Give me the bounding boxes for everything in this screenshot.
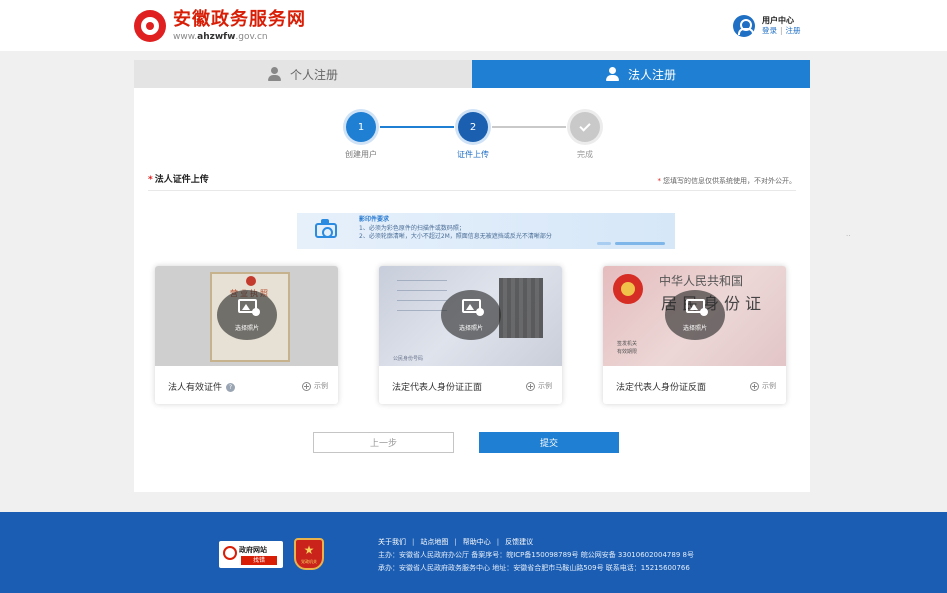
- check-icon: [579, 119, 591, 132]
- add-image-icon: [462, 299, 484, 316]
- example-link[interactable]: 示例: [526, 381, 552, 391]
- footer-link-feedback[interactable]: 反馈建议: [505, 538, 533, 546]
- upload-caption: 法人有效证件?: [168, 380, 236, 393]
- add-image-icon: [686, 299, 708, 316]
- banner-decoration: [615, 242, 665, 245]
- step-3-label: 完成: [577, 150, 593, 159]
- gov-site-error-badge[interactable]: 政府网站 找错: [219, 541, 283, 568]
- magnifier-icon: [223, 546, 237, 560]
- party-gov-badge[interactable]: ★ 党政机关: [294, 538, 324, 570]
- footer-links: 关于我们 | 站点地图 | 帮助中心 | 反馈建议: [378, 538, 534, 546]
- tab-corporate-registration[interactable]: 法人注册: [472, 60, 810, 88]
- choose-photo-button[interactable]: 选择照片: [217, 290, 277, 340]
- banner-decoration: [597, 242, 611, 245]
- help-icon[interactable]: ?: [226, 383, 236, 392]
- submit-button[interactable]: 提交: [479, 432, 619, 453]
- step-1-circle: 1: [346, 112, 376, 142]
- step-3-circle: [570, 112, 600, 142]
- national-emblem-icon: [613, 274, 643, 304]
- upload-corporate-certificate: 营业执照 选择照片 法人有效证件? 示例: [155, 266, 338, 404]
- requirements-title: 影印件要求: [359, 216, 390, 223]
- choose-photo-button[interactable]: 选择照片: [441, 290, 501, 340]
- step-2-circle: 2: [458, 112, 488, 142]
- id-card-front-preview: 公民身份号码 选择照片: [379, 266, 562, 366]
- emblem-icon: [246, 276, 256, 286]
- footer-link-sitemap[interactable]: 站点地图: [420, 538, 448, 546]
- person-icon: [267, 67, 281, 81]
- upload-caption: 法定代表人身份证正面: [392, 383, 483, 393]
- tab-personal-registration[interactable]: 个人注册: [134, 60, 472, 88]
- example-link[interactable]: 示例: [302, 381, 328, 391]
- privacy-note: * 您填写的信息仅供系统使用，不对外公开。: [657, 177, 797, 185]
- step-2-label: 证件上传: [457, 150, 489, 159]
- photo-requirements-banner: 影印件要求 1、必须为彩色原件的扫描件或数码照； 2、必须轮廓清晰，大小不超过2…: [297, 213, 675, 249]
- side-text: ..: [846, 230, 851, 238]
- camera-icon: [315, 219, 337, 238]
- user-center: 用户中心 登录 | 注册: [733, 15, 801, 37]
- requirement-line-2: 2、必须轮廓清晰，大小不超过2M，照面信息无被遮挡或反光不清晰部分: [359, 233, 552, 241]
- choose-photo-button[interactable]: 选择照片: [665, 290, 725, 340]
- user-icon[interactable]: [733, 15, 755, 37]
- portrait-photo: [499, 278, 543, 338]
- id-card-back-preview: 中华人民共和国 居民身份证 签发机关有效期限 选择照片: [603, 266, 786, 366]
- footer-link-help[interactable]: 帮助中心: [463, 538, 491, 546]
- footer-link-about[interactable]: 关于我们: [378, 538, 406, 546]
- section-divider: [148, 190, 796, 191]
- site-logo[interactable]: 安徽政务服务网 www.ahzwfw.gov.cn: [134, 10, 306, 42]
- site-header: 安徽政务服务网 www.ahzwfw.gov.cn 用户中心 登录 | 注册: [0, 0, 947, 51]
- section-title: * 法人证件上传: [148, 175, 209, 185]
- registration-card: 个人注册 法人注册 1 2 创建用户 证件上传 完成 * 法人证件上传 * 您填写的…: [134, 60, 810, 492]
- star-icon: ★: [303, 543, 315, 557]
- site-url: www.ahzwfw.gov.cn: [173, 31, 268, 42]
- upload-caption: 法定代表人身份证反面: [616, 383, 707, 393]
- footer-host-info: 主办：安徽省人民政府办公厅 备案序号：皖ICP备150098789号 皖公网安备…: [378, 551, 694, 559]
- step-1-label: 创建用户: [345, 150, 377, 159]
- site-title: 安徽政务服务网: [173, 8, 306, 30]
- site-footer: 政府网站 找错 ★ 党政机关 关于我们 | 站点地图 | 帮助中心 | 反馈建议 主办：安徽…: [0, 512, 947, 593]
- register-link[interactable]: 注册: [786, 26, 801, 35]
- user-center-title: 用户中心: [762, 16, 794, 26]
- add-image-icon: [238, 299, 260, 316]
- step-connector-2: [492, 126, 566, 128]
- footer-organizer-info: 承办：安徽省人民政府政务服务中心 地址：安徽省合肥市马鞍山路509号 联系电话：…: [378, 564, 690, 572]
- login-link[interactable]: 登录: [762, 26, 777, 35]
- registration-tabs: 个人注册 法人注册: [134, 60, 810, 88]
- logo-icon: [134, 10, 166, 42]
- zoom-in-icon: [526, 381, 535, 391]
- previous-step-button[interactable]: 上一步: [313, 432, 454, 453]
- zoom-in-icon: [302, 381, 311, 391]
- upload-id-back: 中华人民共和国 居民身份证 签发机关有效期限 选择照片 法定代表人身份证反面 示…: [603, 266, 786, 404]
- business-license-preview: 营业执照 选择照片: [155, 266, 338, 366]
- corporate-person-icon: [605, 67, 619, 81]
- example-link[interactable]: 示例: [750, 381, 776, 391]
- zoom-in-icon: [750, 381, 759, 391]
- step-connector-1: [380, 126, 454, 128]
- upload-id-front: 公民身份号码 选择照片 法定代表人身份证正面 示例: [379, 266, 562, 404]
